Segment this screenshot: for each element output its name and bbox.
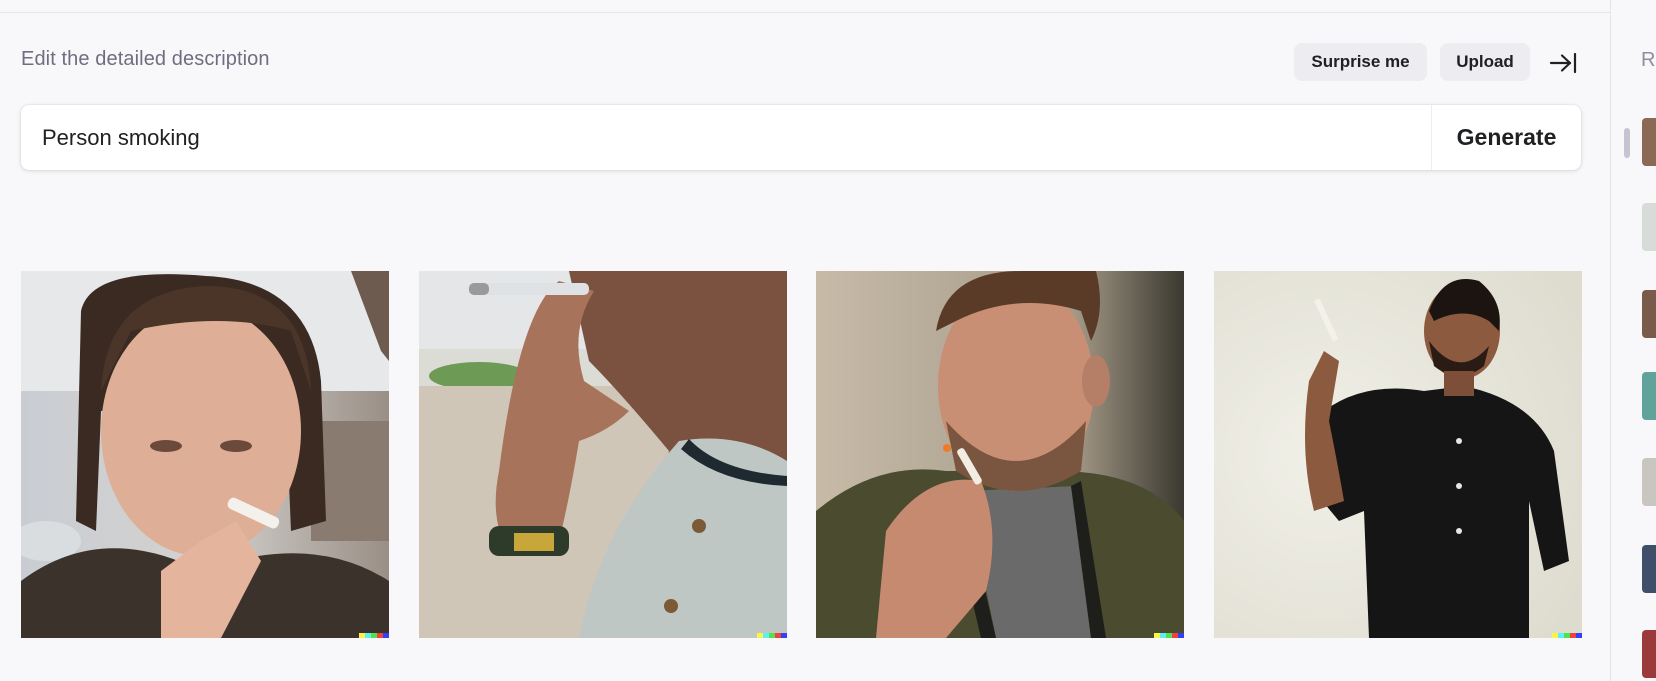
upload-button[interactable]: Upload <box>1440 43 1530 81</box>
result-image-3[interactable] <box>816 271 1184 638</box>
history-thumbnail[interactable] <box>1642 630 1656 678</box>
generate-button[interactable]: Generate <box>1432 105 1581 170</box>
result-image-1-picture <box>21 271 389 638</box>
prompt-input[interactable] <box>21 105 1431 170</box>
result-image-1[interactable] <box>21 271 389 638</box>
result-image-2[interactable] <box>419 271 787 638</box>
collapse-sidebar-button[interactable] <box>1545 46 1581 80</box>
history-thumbnail[interactable] <box>1642 372 1656 420</box>
result-image-2-picture <box>419 271 787 638</box>
history-thumbnail[interactable] <box>1642 545 1656 593</box>
sidebar-title: Recent <box>1641 49 1656 71</box>
watermark-stripe <box>757 633 787 638</box>
prompt-bar: Generate <box>21 105 1581 170</box>
history-sidebar: Recent <box>1610 0 1656 681</box>
result-image-4[interactable] <box>1214 271 1582 638</box>
history-thumbnail[interactable] <box>1642 118 1656 166</box>
watermark-stripe <box>359 633 389 638</box>
history-thumbnail[interactable] <box>1642 203 1656 251</box>
history-thumbnail[interactable] <box>1642 458 1656 506</box>
surprise-me-button[interactable]: Surprise me <box>1294 43 1427 81</box>
history-thumbnail[interactable] <box>1642 290 1656 338</box>
sidebar-scrollbar[interactable] <box>1624 128 1630 158</box>
watermark-stripe <box>1552 633 1582 638</box>
description-label: Edit the detailed description <box>21 48 270 70</box>
arrow-right-to-bar-icon <box>1549 52 1577 74</box>
main-panel: Edit the detailed description Surprise m… <box>0 0 1610 681</box>
watermark-stripe <box>1154 633 1184 638</box>
result-image-4-picture <box>1214 271 1582 638</box>
result-image-3-picture <box>816 271 1184 638</box>
top-border <box>0 0 1610 13</box>
